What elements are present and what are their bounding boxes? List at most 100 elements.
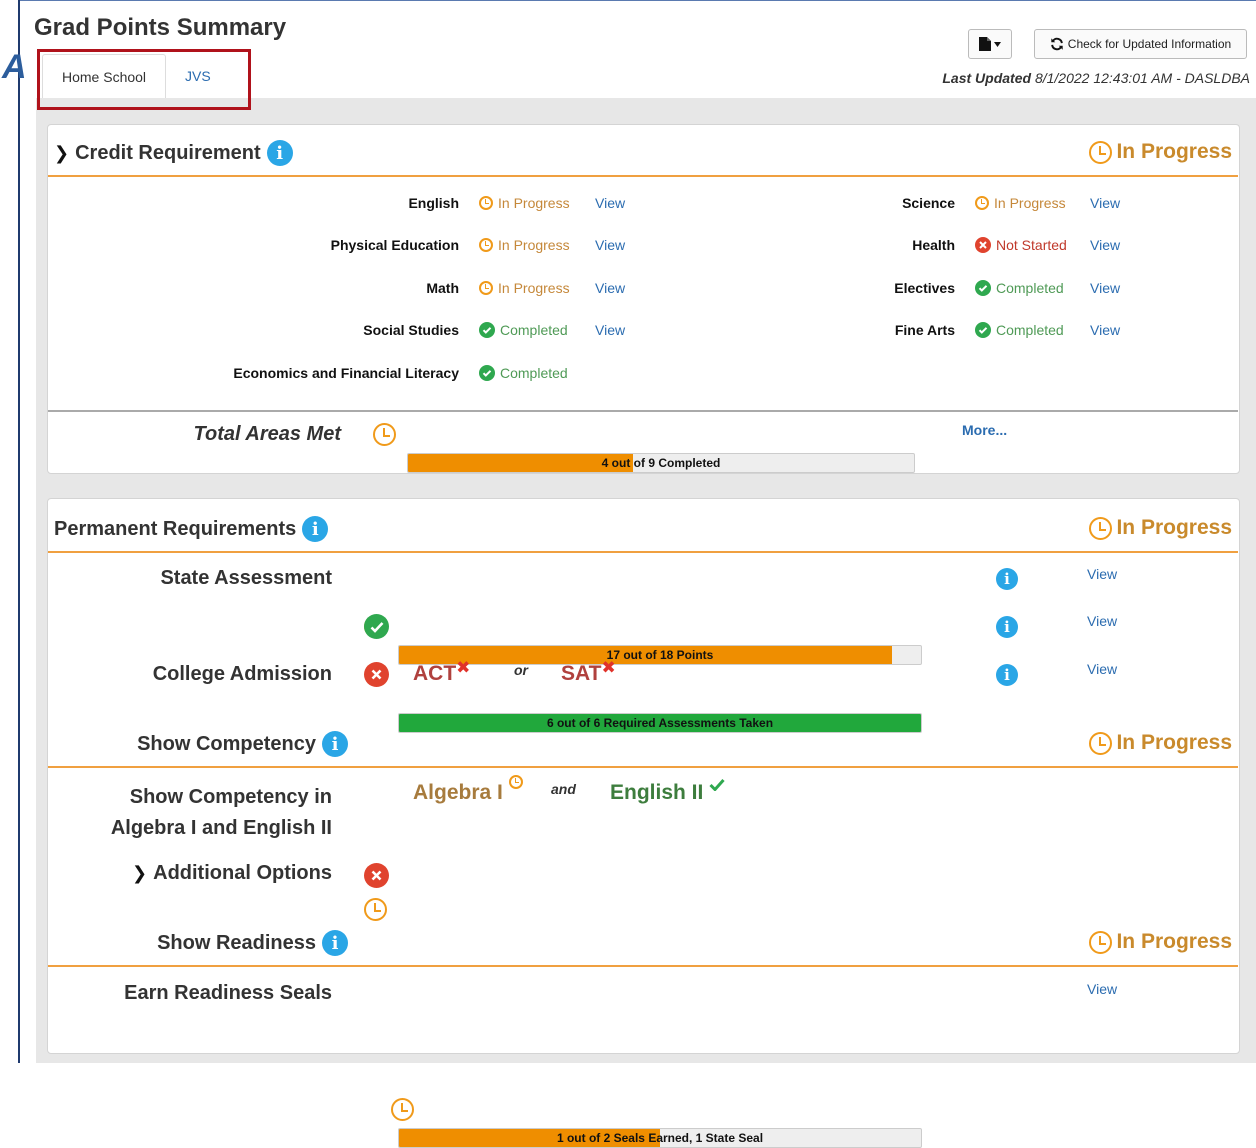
view-link-science[interactable]: View	[1090, 195, 1120, 211]
info-icon[interactable]: i	[996, 664, 1018, 686]
clock-icon	[373, 423, 396, 446]
section-divider	[48, 551, 1238, 553]
x-circle-icon	[364, 863, 389, 888]
credit-row-label-electives: Electives	[894, 280, 955, 296]
info-icon[interactable]: i	[266, 140, 293, 166]
refresh-icon	[1051, 37, 1063, 51]
clock-icon	[479, 196, 493, 210]
clock-icon	[1089, 140, 1113, 164]
credit-row-status-fine-arts: Completed	[975, 322, 1064, 338]
total-divider	[48, 410, 1238, 412]
view-link-college-admission[interactable]: View	[1087, 661, 1117, 677]
credit-row-status-science: In Progress	[975, 195, 1066, 211]
x-mark-icon: ✖	[456, 658, 471, 677]
check-circle-icon	[975, 280, 991, 296]
chevron-right-icon: ❯	[54, 142, 70, 163]
act-requirement: ACT✖	[413, 658, 470, 686]
view-link-state-assessment[interactable]: View	[1087, 566, 1117, 582]
x-mark-icon: ✖	[601, 658, 616, 677]
state-assessment-label: State Assessment	[160, 567, 332, 589]
english-label: English II	[610, 781, 704, 804]
competency-row-label-line2: Algebra I and English II	[110, 817, 332, 839]
credit-row-label-science: Science	[902, 195, 955, 211]
credit-requirement-title: Credit Requirement	[75, 141, 261, 164]
permanent-requirements-title: Permanent Requirements	[54, 517, 297, 540]
info-icon[interactable]: i	[302, 516, 329, 542]
file-export-icon	[979, 37, 991, 51]
view-link-fine-arts[interactable]: View	[1090, 322, 1120, 338]
check-circle-icon	[479, 365, 495, 381]
clock-icon	[1089, 731, 1113, 755]
info-icon[interactable]: i	[996, 616, 1018, 638]
top-border	[18, 0, 1256, 1]
clock-icon	[1089, 930, 1113, 954]
status-text: In Progress	[994, 195, 1066, 211]
clock-icon	[364, 898, 387, 921]
chevron-right-icon: ❯	[132, 863, 148, 883]
credit-requirement-status-text: In Progress	[1116, 140, 1232, 163]
check-updated-button[interactable]: Check for Updated Information	[1034, 29, 1247, 59]
view-link-electives[interactable]: View	[1090, 280, 1120, 296]
page-title: Grad Points Summary	[34, 14, 287, 41]
assessments-taken-bar: 6 out of 6 Required Assessments Taken	[398, 713, 922, 733]
status-text: Completed	[996, 280, 1064, 296]
info-icon[interactable]: i	[322, 930, 348, 956]
checkmark-icon	[709, 778, 725, 792]
algebra-requirement: Algebra I	[413, 775, 523, 805]
sat-requirement: SAT✖	[561, 658, 616, 686]
clock-icon	[479, 281, 493, 295]
college-admission-label: College Admission	[152, 663, 332, 685]
tabs-highlight-box	[37, 49, 251, 110]
permanent-requirements-status: In Progress	[1089, 516, 1232, 540]
state-assessment-points-bar: 17 out of 18 Points	[398, 645, 922, 665]
status-text: Completed	[500, 322, 568, 338]
status-text: Completed	[500, 365, 568, 381]
act-label: ACT	[413, 662, 457, 685]
export-button[interactable]	[968, 29, 1012, 59]
check-circle-icon	[479, 322, 495, 338]
credit-requirement-status: In Progress	[1089, 140, 1232, 164]
last-updated-value: 8/1/2022 12:43:01 AM - DASLDBA	[1034, 70, 1250, 86]
or-connector: or	[514, 662, 528, 678]
sat-label: SAT	[561, 662, 602, 685]
readiness-seals-label: Earn Readiness Seals	[124, 982, 332, 1004]
credit-row-status-english: In Progress	[479, 195, 570, 211]
credit-requirement-header[interactable]: ❯ Credit Requirement i	[54, 140, 293, 166]
additional-options-label: Additional Options	[153, 862, 332, 884]
show-readiness-title: Show Readiness	[157, 931, 316, 954]
view-link-math[interactable]: View	[595, 280, 625, 296]
credit-row-label-fine-arts: Fine Arts	[894, 322, 955, 338]
credit-row-label-economics: Economics and Financial Literacy	[233, 365, 459, 381]
view-link-health[interactable]: View	[1090, 237, 1120, 253]
info-icon[interactable]: i	[996, 568, 1018, 590]
last-updated: Last Updated 8/1/2022 12:43:01 AM - DASL…	[942, 70, 1250, 86]
algebra-label: Algebra I	[413, 781, 503, 804]
section-divider	[48, 175, 1238, 177]
readiness-seals-bar: 1 out of 2 Seals Earned, 1 State Seal	[398, 1128, 922, 1148]
additional-options-toggle[interactable]: ❯ Additional Options	[132, 862, 332, 885]
check-updated-label: Check for Updated Information	[1067, 37, 1232, 51]
more-link[interactable]: More...	[962, 422, 1007, 438]
total-areas-progress-bar: 4 out of 9 Completed	[407, 453, 915, 473]
english-requirement: English II	[610, 778, 725, 805]
show-readiness-status: In Progress	[1089, 930, 1232, 954]
view-link-english[interactable]: View	[595, 195, 625, 211]
status-text: Completed	[996, 322, 1064, 338]
credit-row-status-economics: Completed	[479, 365, 568, 381]
x-circle-icon	[975, 237, 991, 253]
competency-row-label-line1: Show Competency in	[129, 786, 332, 808]
permanent-requirements-status-text: In Progress	[1116, 516, 1232, 539]
assessments-taken-text: 6 out of 6 Required Assessments Taken	[546, 716, 774, 730]
credit-row-status-physical-education: In Progress	[479, 237, 570, 253]
view-link-readiness-seals[interactable]: View	[1087, 981, 1117, 997]
info-icon[interactable]: i	[322, 731, 348, 757]
view-link-assessments-taken[interactable]: View	[1087, 613, 1117, 629]
status-text: Not Started	[996, 237, 1067, 253]
total-areas-label: Total Areas Met	[193, 423, 341, 445]
section-divider	[48, 965, 1238, 967]
and-connector: and	[551, 781, 576, 797]
view-link-social-studies[interactable]: View	[595, 322, 625, 338]
view-link-physical-education[interactable]: View	[595, 237, 625, 253]
x-circle-icon	[364, 662, 389, 687]
clock-icon	[975, 196, 989, 210]
